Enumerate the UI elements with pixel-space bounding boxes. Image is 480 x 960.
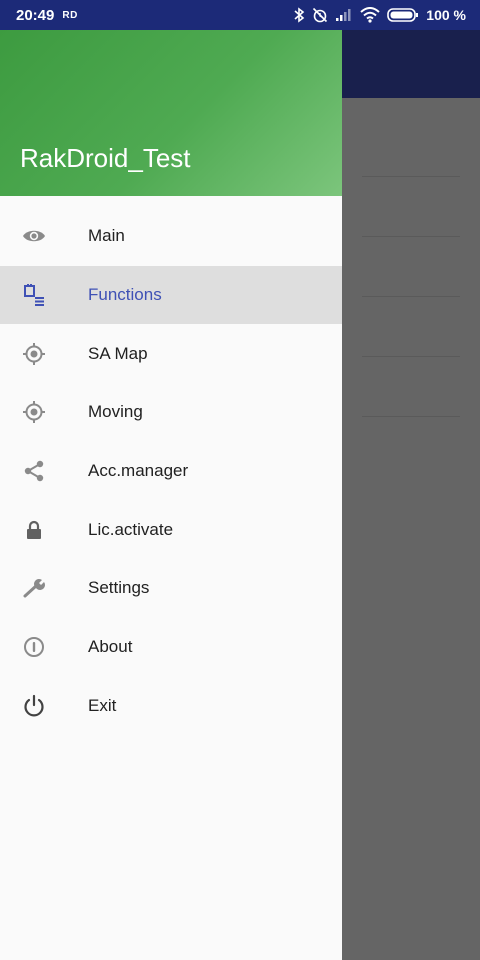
menu-item-label: Lic.activate (88, 519, 174, 539)
background-divider (362, 236, 460, 237)
menu-item-exit[interactable]: Exit (0, 677, 342, 736)
eye-icon (22, 224, 46, 248)
menu-item-label: Moving (88, 402, 143, 422)
menu-item-main[interactable]: Main (0, 207, 342, 266)
bluetooth-icon (293, 7, 305, 23)
crosshair-icon (22, 342, 46, 366)
menu-item-label: Main (88, 226, 125, 246)
status-bar: 20:49 RD 100 % (0, 0, 480, 30)
drawer-menu: Main Functions SA Map Moving Acc.manager… (0, 196, 342, 735)
status-time: 20:49 (16, 6, 55, 24)
menu-item-settings[interactable]: Settings (0, 559, 342, 618)
background-list (342, 98, 480, 960)
navigation-drawer: RakDroid_Test Main Functions SA Map Movi… (0, 30, 342, 960)
battery-percent: 100 % (426, 7, 466, 23)
menu-item-about[interactable]: About (0, 618, 342, 677)
menu-item-label: Settings (88, 578, 150, 598)
signal-icon (335, 8, 353, 22)
background-divider (362, 176, 460, 177)
status-carrier-badge: RD (62, 9, 78, 21)
menu-item-functions[interactable]: Functions (0, 265, 342, 325)
menu-item-sa-map[interactable]: SA Map (0, 324, 342, 383)
wifi-icon (360, 7, 380, 23)
share-icon (22, 459, 46, 483)
menu-item-label: Exit (88, 695, 117, 715)
menu-item-lic-activate[interactable]: Lic.activate (0, 500, 342, 559)
background-divider (362, 356, 460, 357)
menu-item-acc-manager[interactable]: Acc.manager (0, 442, 342, 501)
crosshair-icon (22, 400, 46, 424)
menu-item-moving[interactable]: Moving (0, 383, 342, 442)
power-icon (22, 694, 46, 718)
menu-item-label: Functions (88, 285, 162, 305)
background-divider (362, 296, 460, 297)
lock-icon (22, 518, 46, 542)
drawer-title: RakDroid_Test (20, 143, 191, 173)
menu-item-label: SA Map (88, 343, 148, 363)
menu-item-label: Acc.manager (88, 461, 189, 481)
drawer-header: RakDroid_Test (0, 30, 342, 196)
info-icon (22, 635, 46, 659)
battery-icon (387, 7, 419, 23)
alarm-off-icon (312, 7, 328, 23)
menu-item-label: About (88, 637, 133, 657)
functions-icon (22, 283, 46, 307)
wrench-icon (22, 576, 46, 600)
background-divider (362, 416, 460, 417)
